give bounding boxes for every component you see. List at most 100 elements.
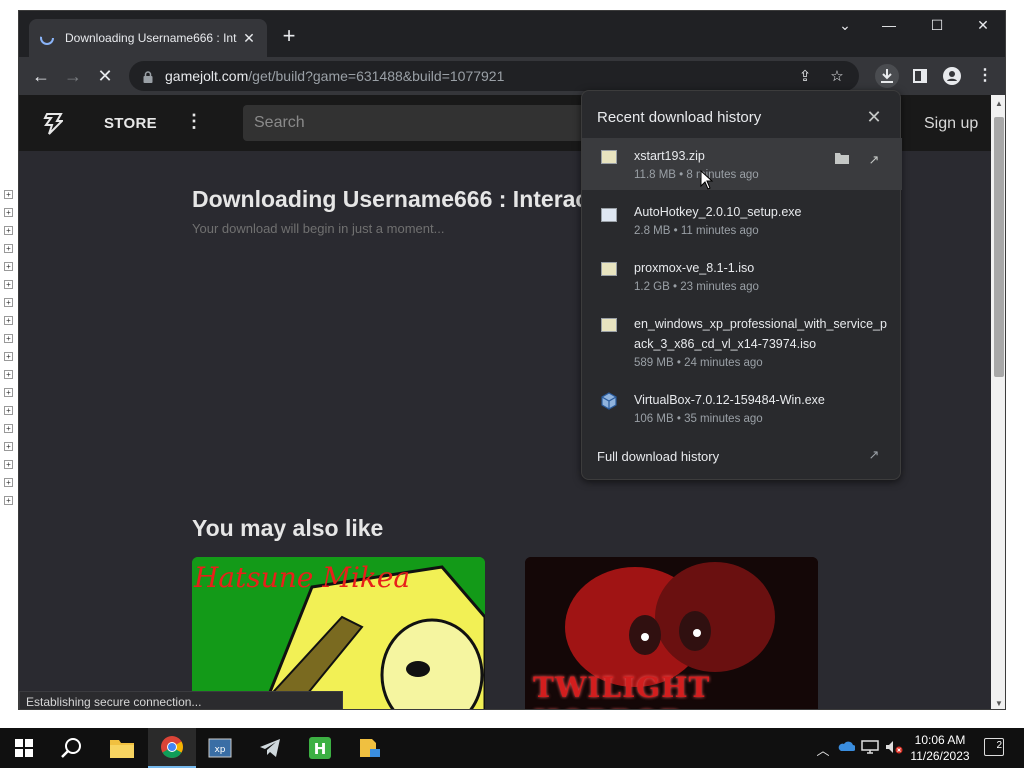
exe-file-icon [601,208,617,222]
download-item[interactable]: AutoHotkey_2.0.10_setup.exe 2.8 MB • 11 … [582,194,902,246]
download-file-age: 24 minutes ago [684,357,763,369]
download-file-age: 23 minutes ago [680,281,759,293]
site-search-input[interactable] [243,105,603,141]
open-external-icon[interactable]: ↗ [864,447,884,463]
profile-avatar-icon[interactable] [940,64,964,88]
status-bar-text: Establishing secure connection... [19,691,343,709]
tab-close-icon[interactable]: ✕ [241,30,257,47]
close-panel-icon[interactable]: ✕ [864,107,884,128]
search-icon[interactable] [48,728,96,768]
tree-expander: + [4,226,13,235]
game-thumbnail-1[interactable]: Hatsune Mikea [192,557,485,709]
forward-arrow-icon[interactable]: → [61,64,85,88]
minimize-button[interactable]: — [869,17,909,33]
telegram-icon[interactable] [246,728,294,768]
download-file-name: proxmox-ve_8.1-1.iso [634,261,755,275]
download-item[interactable]: proxmox-ve_8.1-1.iso 1.2 GB • 23 minutes… [582,250,902,302]
chrome-menu-kebab-icon[interactable]: ⋮ [973,64,997,88]
tree-expander: + [4,262,13,271]
notification-count: 2 [996,740,1002,751]
recommendations-heading: You may also like [192,515,384,541]
download-subtitle: Your download will begin in just a momen… [192,221,445,236]
clock-time: 10:06 AM [914,733,966,747]
tree-expander: + [4,298,13,307]
lock-icon [143,70,153,83]
download-file-age: 8 minutes ago [686,169,759,181]
download-file-age: 11 minutes ago [680,225,759,237]
address-bar[interactable]: gamejolt.com/get/build?game=631488&build… [129,61,859,91]
tree-expander: + [4,352,13,361]
game-thumbnail-2[interactable]: TWILIGHT HORROR [525,557,818,709]
more-menu-icon[interactable]: ⋮ [185,111,203,131]
bookmark-star-icon[interactable]: ☆ [827,67,847,87]
url-path: /get/build?game=631488&build=1077921 [248,68,505,84]
tree-expander: + [4,244,13,253]
tray-overflow-chevron-icon[interactable]: ︿ [813,740,833,759]
tab-title: Downloading Username666 : Int [65,31,237,45]
virtualbox-icon [601,392,617,410]
url-host: gamejolt.com [165,68,249,84]
gamejolt-logo-icon[interactable] [43,113,65,135]
tab-strip: Downloading Username666 : Int ✕ + ⌄ — ☐ … [19,11,1005,57]
downloads-panel: Recent download history ✕ xstart193.zip … [581,90,902,480]
scroll-down-arrow-icon[interactable]: ▼ [995,699,1003,708]
download-item[interactable]: VirtualBox-7.0.12-159484-Win.exe 106 MB … [582,382,902,434]
download-file-name: VirtualBox-7.0.12-159484-Win.exe [634,393,825,407]
download-file-meta: 589 MB • 24 minutes ago [634,357,763,369]
url-text: gamejolt.com/get/build?game=631488&build… [165,68,504,84]
system-clock[interactable]: 10:06 AM 11/26/2023 [908,732,972,764]
tree-expander: + [4,460,13,469]
open-external-icon[interactable]: ↗ [864,150,884,170]
store-nav-link[interactable]: STORE [104,115,157,132]
download-icon [881,69,893,83]
background-window-right [1006,0,1024,728]
stop-loading-icon[interactable]: ✕ [93,64,117,88]
tree-expander: + [4,442,13,451]
volume-muted-icon[interactable] [884,740,904,757]
file-manager-icon[interactable] [346,728,394,768]
windows-taskbar: xp H ︿ 10:06 AM 11/26/2023 2 [0,728,1024,768]
download-item[interactable]: en_windows_xp_professional_with_service_… [582,306,902,378]
file-explorer-icon[interactable] [98,728,146,768]
tree-expander: + [4,208,13,217]
tree-expander: + [4,316,13,325]
full-download-history-link[interactable]: Full download history [597,449,719,464]
maximize-button[interactable]: ☐ [917,17,957,34]
windows-xp-vm-icon[interactable]: xp [196,728,244,768]
tree-expander: + [4,388,13,397]
share-icon[interactable]: ⇪ [795,67,815,87]
download-file-size: 106 MB [634,413,674,425]
back-arrow-icon[interactable]: ← [29,64,53,88]
onedrive-icon[interactable] [836,740,856,755]
side-panel-icon[interactable] [908,64,932,88]
svg-text:xp: xp [214,745,225,755]
autohotkey-icon[interactable]: H [296,728,344,768]
notification-center-icon[interactable]: 2 [984,738,1004,756]
scroll-up-arrow-icon[interactable]: ▲ [995,99,1003,108]
download-file-name: AutoHotkey_2.0.10_setup.exe [634,205,802,219]
tab-search-chevron-icon[interactable]: ⌄ [825,17,865,34]
page-scrollbar[interactable]: ▲ ▼ [991,95,1005,709]
download-page-title: Downloading Username666 : Interac [192,186,589,212]
show-in-folder-icon[interactable] [832,150,852,170]
thumbnail-title-2: TWILIGHT HORROR [533,671,711,709]
scrollbar-thumb[interactable] [994,117,1004,377]
iso-file-icon [601,262,617,276]
download-file-size: 2.8 MB [634,225,671,237]
background-window-left: + + + + + + + + + + + + + + + + + + [0,0,18,728]
downloads-button[interactable] [875,64,899,88]
clock-date: 11/26/2023 [910,749,970,763]
download-file-name: en_windows_xp_professional_with_service_… [634,317,887,351]
signup-link[interactable]: Sign up [924,115,978,133]
start-button[interactable] [0,728,48,768]
download-item[interactable]: xstart193.zip 11.8 MB • 8 minutes ago ↗ [582,138,902,190]
network-icon[interactable] [860,740,880,757]
new-tab-button[interactable]: + [277,25,301,47]
tree-expander: + [4,424,13,433]
tree-expander: + [4,406,13,415]
close-window-button[interactable]: ✕ [963,17,1003,34]
iso-file-icon [601,318,617,332]
tree-expander: + [4,370,13,379]
chrome-taskbar-icon[interactable] [148,728,196,768]
active-tab[interactable]: Downloading Username666 : Int ✕ [29,19,267,57]
